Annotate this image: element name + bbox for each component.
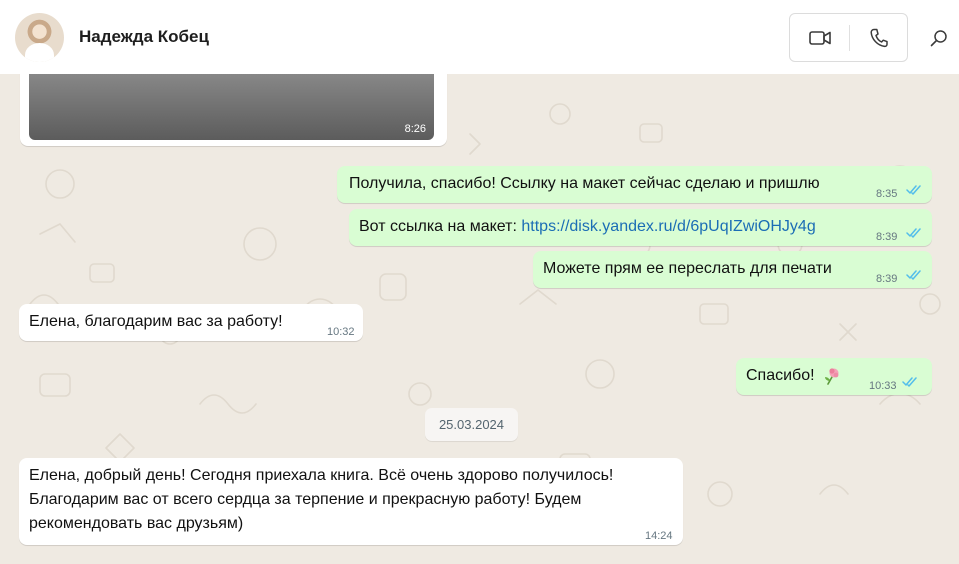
message-text: Вот ссылка на макет: https://disk.yandex… bbox=[359, 216, 816, 238]
outgoing-message[interactable]: Можете прям ее переслать для печати 8:39 bbox=[533, 251, 932, 288]
video-call-button[interactable] bbox=[790, 14, 849, 61]
media-message[interactable]: 8:26 bbox=[20, 74, 447, 146]
message-text-line: Благодарим вас от всего сердца за терпен… bbox=[29, 491, 582, 508]
message-text: Получила, спасибо! Ссылку на макет сейча… bbox=[349, 175, 820, 192]
search-button[interactable] bbox=[925, 24, 953, 52]
incoming-message[interactable]: Елена, добрый день! Сегодня приехала кни… bbox=[19, 458, 683, 545]
phone-icon bbox=[870, 28, 888, 47]
message-time: 8:35 bbox=[876, 188, 898, 200]
video-camera-icon bbox=[808, 30, 831, 45]
message-text-line: Елена, добрый день! Сегодня приехала кни… bbox=[29, 467, 614, 484]
voice-call-button[interactable] bbox=[850, 14, 908, 61]
double-check-icon bbox=[906, 228, 921, 238]
double-check-icon bbox=[902, 377, 917, 387]
message-time: 8:26 bbox=[404, 123, 426, 135]
contact-avatar[interactable] bbox=[15, 13, 64, 62]
message-list[interactable]: 8:26 Получила, спасибо! Ссылку на макет … bbox=[0, 74, 959, 564]
call-buttons-group bbox=[789, 13, 908, 62]
double-check-icon bbox=[906, 185, 921, 195]
message-time: 14:24 bbox=[645, 530, 673, 542]
message-time: 8:39 bbox=[876, 231, 898, 243]
incoming-message[interactable]: Елена, благодарим вас за работу! 10:32 bbox=[19, 304, 363, 341]
chat-header: Надежда Кобец bbox=[0, 0, 959, 74]
message-text-line: рекомендовать вас друзьям) bbox=[29, 515, 244, 532]
contact-name[interactable]: Надежда Кобец bbox=[79, 27, 209, 47]
outgoing-message[interactable]: Спасибо! 10:33 bbox=[736, 358, 932, 395]
message-time: 10:33 bbox=[869, 380, 897, 392]
message-text: Можете прям ее переслать для печати bbox=[543, 260, 832, 277]
message-text: Спасибо! bbox=[746, 367, 815, 384]
message-prefix: Вот ссылка на макет: bbox=[359, 218, 522, 235]
video-thumbnail[interactable]: 8:26 bbox=[29, 74, 434, 140]
message-time: 10:32 bbox=[327, 326, 355, 338]
message-time: 8:39 bbox=[876, 273, 898, 285]
yandex-disk-link[interactable]: https://disk.yandex.ru/d/6pUqIZwiOHJy4g bbox=[521, 218, 815, 235]
double-check-icon bbox=[906, 270, 921, 280]
search-icon bbox=[930, 30, 947, 47]
outgoing-message[interactable]: Вот ссылка на макет: https://disk.yandex… bbox=[349, 209, 932, 246]
flower-emoji-icon bbox=[825, 368, 839, 385]
message-text: Елена, благодарим вас за работу! bbox=[29, 313, 283, 330]
date-separator: 25.03.2024 bbox=[425, 408, 518, 441]
outgoing-message[interactable]: Получила, спасибо! Ссылку на макет сейча… bbox=[337, 166, 932, 203]
